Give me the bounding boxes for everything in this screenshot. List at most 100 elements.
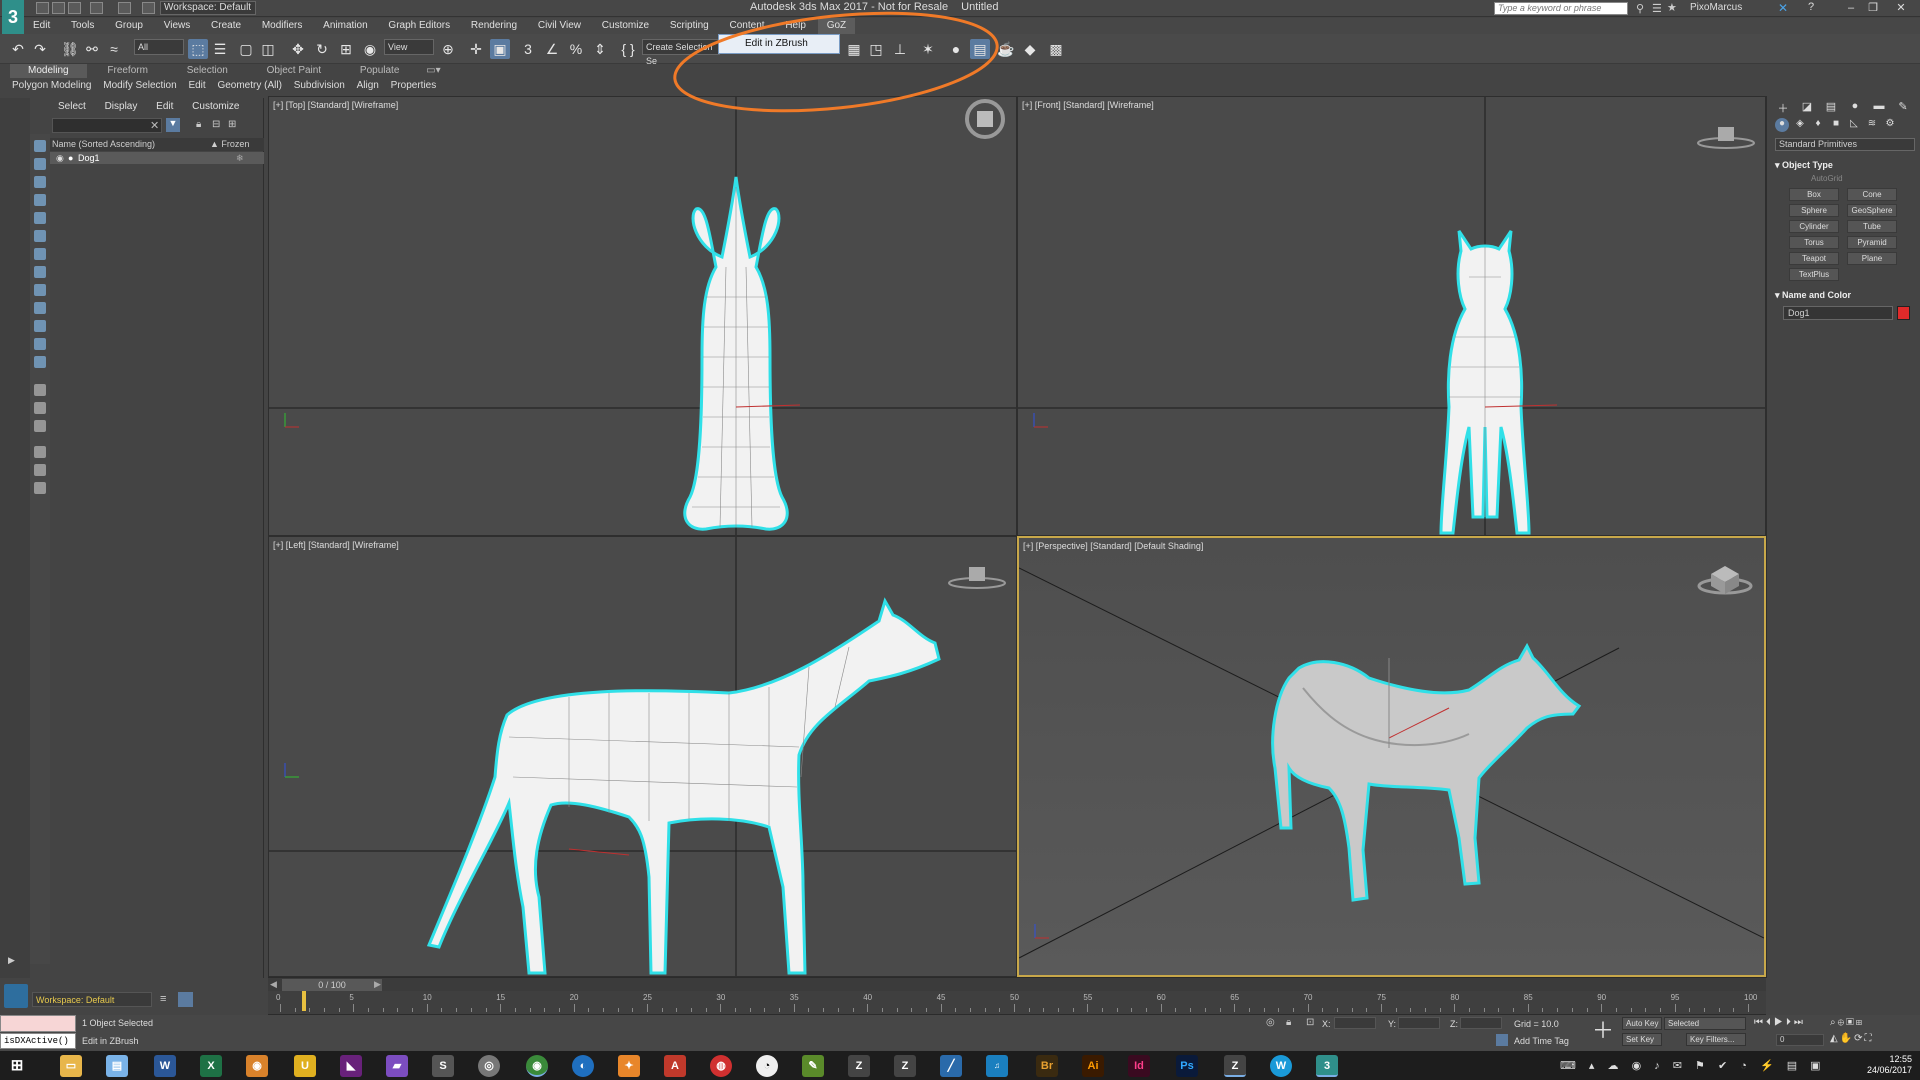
undo-icon[interactable] [90,2,103,14]
disc-icon[interactable]: ◎ [478,1055,500,1077]
current-frame-marker[interactable] [302,991,306,1011]
maxscript-listener-input[interactable] [0,1015,76,1032]
ribbon-options-icon[interactable]: ▭▾ [420,64,446,78]
windows-start-icon[interactable]: ⊞ [6,1055,28,1077]
ribbon-tab-populate[interactable]: Populate [342,64,417,78]
workspace-dropdown[interactable]: Workspace: Default [160,1,256,15]
prev-key-icon[interactable]: ⏴ [1766,1017,1774,1028]
move-icon[interactable]: ✥ [288,39,308,59]
filter-icon[interactable] [34,464,46,476]
key-filters-button[interactable]: Key Filters... [1686,1033,1746,1046]
create-tab-icon[interactable]: ＋ [1775,100,1791,115]
explorer-menu-edit[interactable]: Edit [148,100,181,114]
redo-icon[interactable]: ↷ [30,39,50,59]
display-references-icon[interactable] [34,402,46,414]
app-logo-icon[interactable]: 3 [2,0,24,34]
3dsmax-taskbar-icon[interactable]: 3 [1316,1055,1338,1077]
rotate-icon[interactable]: ↻ [312,39,332,59]
u-app-icon[interactable]: U [294,1055,316,1077]
object-color-swatch[interactable] [1897,306,1910,320]
bridge-icon[interactable]: Br [1036,1055,1058,1077]
display-influences-icon[interactable] [34,420,46,432]
user-account[interactable]: PixoMarcus [1690,2,1742,13]
zoom-all-icon[interactable]: ⊕ [1838,1017,1847,1028]
viewport-perspective[interactable]: [+] [Perspective] [Standard] [Default Sh… [1017,536,1766,977]
prev-frame-arrow-icon[interactable]: ◀ [270,979,277,990]
menu-customize[interactable]: Customize [593,18,658,34]
notes-icon[interactable]: ▤ [106,1055,128,1077]
place-icon[interactable]: ◉ [360,39,380,59]
favorites-star-icon[interactable]: ★ [1667,1,1677,14]
display-geometry-icon[interactable] [34,158,46,170]
auto-key-button[interactable]: Auto Key [1622,1017,1662,1030]
object-type-rollout[interactable]: ▾ Object Type [1775,160,1833,171]
ribbon-tab-object-paint[interactable]: Object Paint [249,64,339,78]
viewcube-icon[interactable] [947,563,1006,593]
close-button[interactable]: ✕ [1890,1,1912,15]
geometry-icon[interactable]: ● [1775,118,1789,132]
viewport-layout-icon[interactable] [4,984,28,1008]
clear-search-icon[interactable]: ✕ [150,119,159,132]
panel-align[interactable]: Align [357,79,388,92]
visibility-eye-icon[interactable]: ◉ [56,152,64,164]
display-groups-icon[interactable] [34,266,46,278]
time-slider[interactable]: ◀ 0 / 100 ▶ [268,977,1766,991]
display-frozen-icon[interactable] [34,338,46,350]
display-helpers-icon[interactable] [34,230,46,242]
lights-icon[interactable]: ♦ [1811,118,1825,132]
word-icon[interactable]: W [154,1055,176,1077]
pivot-center-icon[interactable]: ⊕ [438,39,458,59]
add-time-tag[interactable]: Add Time Tag [1514,1036,1569,1046]
menu-group[interactable]: Group [106,18,152,34]
select-object-icon[interactable]: ⬚ [188,39,208,59]
ribbon-tab-freeform[interactable]: Freeform [89,64,166,78]
maxscript-output[interactable]: isDXActive() [0,1033,76,1049]
menu-edit[interactable]: Edit [24,18,59,34]
viewport-left[interactable]: [+] [Left] [Standard] [Wireframe] [268,536,1017,977]
menu-views[interactable]: Views [155,18,200,34]
pdf-icon[interactable]: A [664,1055,686,1077]
systems-icon[interactable]: ⚙ [1883,118,1897,132]
selection-lock-icon[interactable]: 🔒︎ [1286,1017,1291,1028]
utilities-tab-icon[interactable]: ✎ [1895,100,1911,114]
teapot-button[interactable]: Teapot [1789,252,1839,265]
steam-icon[interactable]: ◔ [756,1055,778,1077]
infocenter-icon[interactable]: ☰ [1652,2,1662,15]
absolute-mode-icon[interactable]: ⊡ [1306,1017,1314,1028]
fov-icon[interactable]: ◭ [1830,1033,1840,1044]
box-button[interactable]: Box [1789,188,1839,201]
textplus-button[interactable]: TextPlus [1789,268,1839,281]
chrome-icon[interactable]: ◉ [526,1055,548,1077]
save-file-icon[interactable] [68,2,81,14]
snaps-toggle-icon[interactable]: 3 [518,39,538,59]
display-hidden-icon[interactable] [34,356,46,368]
window-crossing-icon[interactable]: ◫ [258,39,278,59]
time-tag-icon[interactable] [1496,1034,1508,1046]
viewport-top[interactable]: [+] [Top] [Standard] [Wireframe] [268,96,1017,536]
orbit-icon[interactable]: ⟳ [1854,1033,1864,1044]
panel-geometry-all[interactable]: Geometry (All) [217,79,290,92]
cameras-icon[interactable]: ■ [1829,118,1843,132]
menu-civil-view[interactable]: Civil View [529,18,590,34]
hierarchy-tab-icon[interactable]: ▤ [1823,100,1839,114]
go-to-start-icon[interactable]: ⏮ [1754,1017,1766,1028]
y-coordinate-field[interactable] [1398,1017,1440,1029]
ribbon-tab-modeling[interactable]: Modeling [10,64,87,78]
menu-modifiers[interactable]: Modifiers [253,18,312,34]
help-icon[interactable]: ? [1808,1,1814,13]
z-coordinate-field[interactable] [1460,1017,1502,1029]
next-key-icon[interactable]: ⏵ [1786,1017,1794,1028]
menu-rendering[interactable]: Rendering [462,18,526,34]
folder-icon[interactable] [34,482,46,494]
menu-tools[interactable]: Tools [62,18,103,34]
tube-button[interactable]: Tube [1847,220,1897,233]
workspace-selector[interactable]: Workspace: Default [32,992,152,1007]
track-bar[interactable]: 0 5 10 15 20 25 30 35 40 45 50 55 60 65 70 75 80 85 90 95 10… [268,991,1766,1015]
menu-animation[interactable]: Animation [314,18,376,34]
expand-arrow-icon[interactable]: ▶ [8,955,22,969]
frozen-icon[interactable]: ❄ [236,152,244,164]
pyramid-button[interactable]: Pyramid [1847,236,1897,249]
layer-manager-icon[interactable]: ≡ [160,993,166,1005]
display-spacewarps-icon[interactable] [34,248,46,260]
filter-funnel-icon[interactable] [34,446,46,458]
